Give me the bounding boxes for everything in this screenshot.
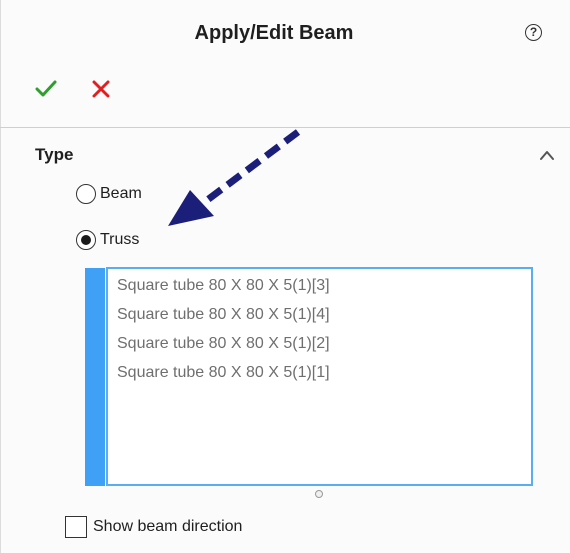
list-item[interactable]: Square tube 80 X 80 X 5(1)[3] [108, 271, 531, 300]
radio-beam-button[interactable] [76, 184, 96, 204]
panel-title: Apply/Edit Beam [194, 22, 354, 44]
list-item[interactable]: Square tube 80 X 80 X 5(1)[2] [108, 329, 531, 358]
list-item[interactable]: Square tube 80 X 80 X 5(1)[1] [108, 358, 531, 387]
close-icon[interactable] [92, 80, 110, 98]
dashed-arrow-icon [168, 129, 301, 226]
show-beam-direction-option[interactable]: Show beam direction [65, 516, 242, 538]
checkmark-icon[interactable] [35, 78, 57, 100]
radio-beam-label: Beam [100, 185, 142, 202]
list-resize-handle[interactable] [315, 490, 323, 498]
members-list[interactable]: Square tube 80 X 80 X 5(1)[3] Square tub… [106, 267, 533, 486]
list-item[interactable]: Square tube 80 X 80 X 5(1)[4] [108, 300, 531, 329]
radio-beam[interactable]: Beam [76, 182, 142, 206]
radio-truss[interactable]: Truss [76, 228, 139, 252]
help-icon[interactable]: ? [525, 24, 542, 41]
type-section-title[interactable]: Type [35, 145, 73, 165]
show-beam-direction-label: Show beam direction [93, 518, 243, 535]
radio-truss-button[interactable] [76, 230, 96, 250]
selection-list-accent [85, 268, 105, 486]
radio-truss-label: Truss [100, 231, 140, 248]
chevron-up-icon[interactable] [538, 148, 556, 162]
property-manager-panel: Apply/Edit Beam ? Type Beam Truss Square… [0, 0, 570, 553]
panel-border [0, 0, 1, 553]
show-beam-direction-checkbox[interactable] [65, 516, 87, 538]
